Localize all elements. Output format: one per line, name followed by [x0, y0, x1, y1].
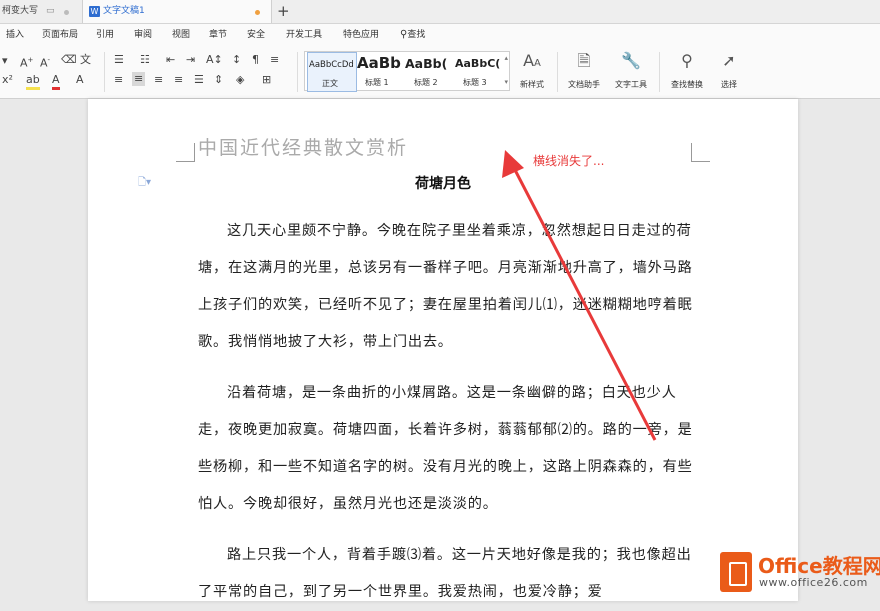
office-logo-icon — [720, 552, 752, 592]
annotation-text: 横线消失了... — [533, 154, 605, 168]
watermark-logo: Office教程网 www.office26.com — [715, 548, 880, 601]
watermark-url: www.office26.com — [759, 576, 868, 589]
watermark-title: Office教程网 — [758, 554, 880, 578]
annotation-arrow — [502, 150, 657, 441]
